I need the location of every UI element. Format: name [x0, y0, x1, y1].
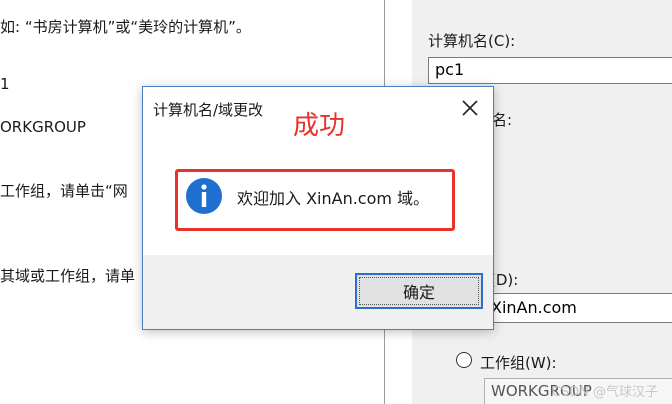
computer-name-label: 计算机名(C): [428, 32, 516, 50]
success-annotation: 成功 [293, 111, 346, 141]
ok-button[interactable]: 确定 [355, 273, 483, 309]
domain-label: (D): [490, 271, 519, 289]
info-icon [185, 177, 223, 215]
rename-hint: 其域或工作组，请单 [0, 267, 136, 285]
dialog-footer: 确定 [143, 255, 493, 329]
workgroup-value: ORKGROUP [0, 118, 86, 136]
close-icon[interactable] [455, 93, 485, 123]
domain-input[interactable]: XinAn.com [484, 293, 672, 323]
full-computer-name-label: 名: [492, 111, 513, 129]
screen: 如: “书房计算机”或“美玲的计算机”。 1 ORKGROUP 工作组，请单击“… [0, 0, 672, 404]
full-computer-name-value: 1 [0, 75, 10, 93]
domain-change-dialog: 计算机名/域更改 成功 欢迎加入 XinAn.com 域。 确定 [142, 86, 494, 330]
network-id-hint: 工作组，请单击“网 [0, 182, 128, 200]
computer-description-hint: 如: “书房计算机”或“美玲的计算机”。 [0, 18, 251, 36]
welcome-message: 欢迎加入 XinAn.com 域。 [237, 189, 430, 208]
watermark: CSDN @气球汉子 [551, 385, 658, 400]
computer-name-input[interactable]: pc1 [428, 57, 672, 84]
workgroup-label: 工作组(W): [480, 354, 557, 372]
dialog-title: 计算机名/域更改 [153, 101, 264, 119]
workgroup-radio[interactable] [456, 352, 472, 368]
